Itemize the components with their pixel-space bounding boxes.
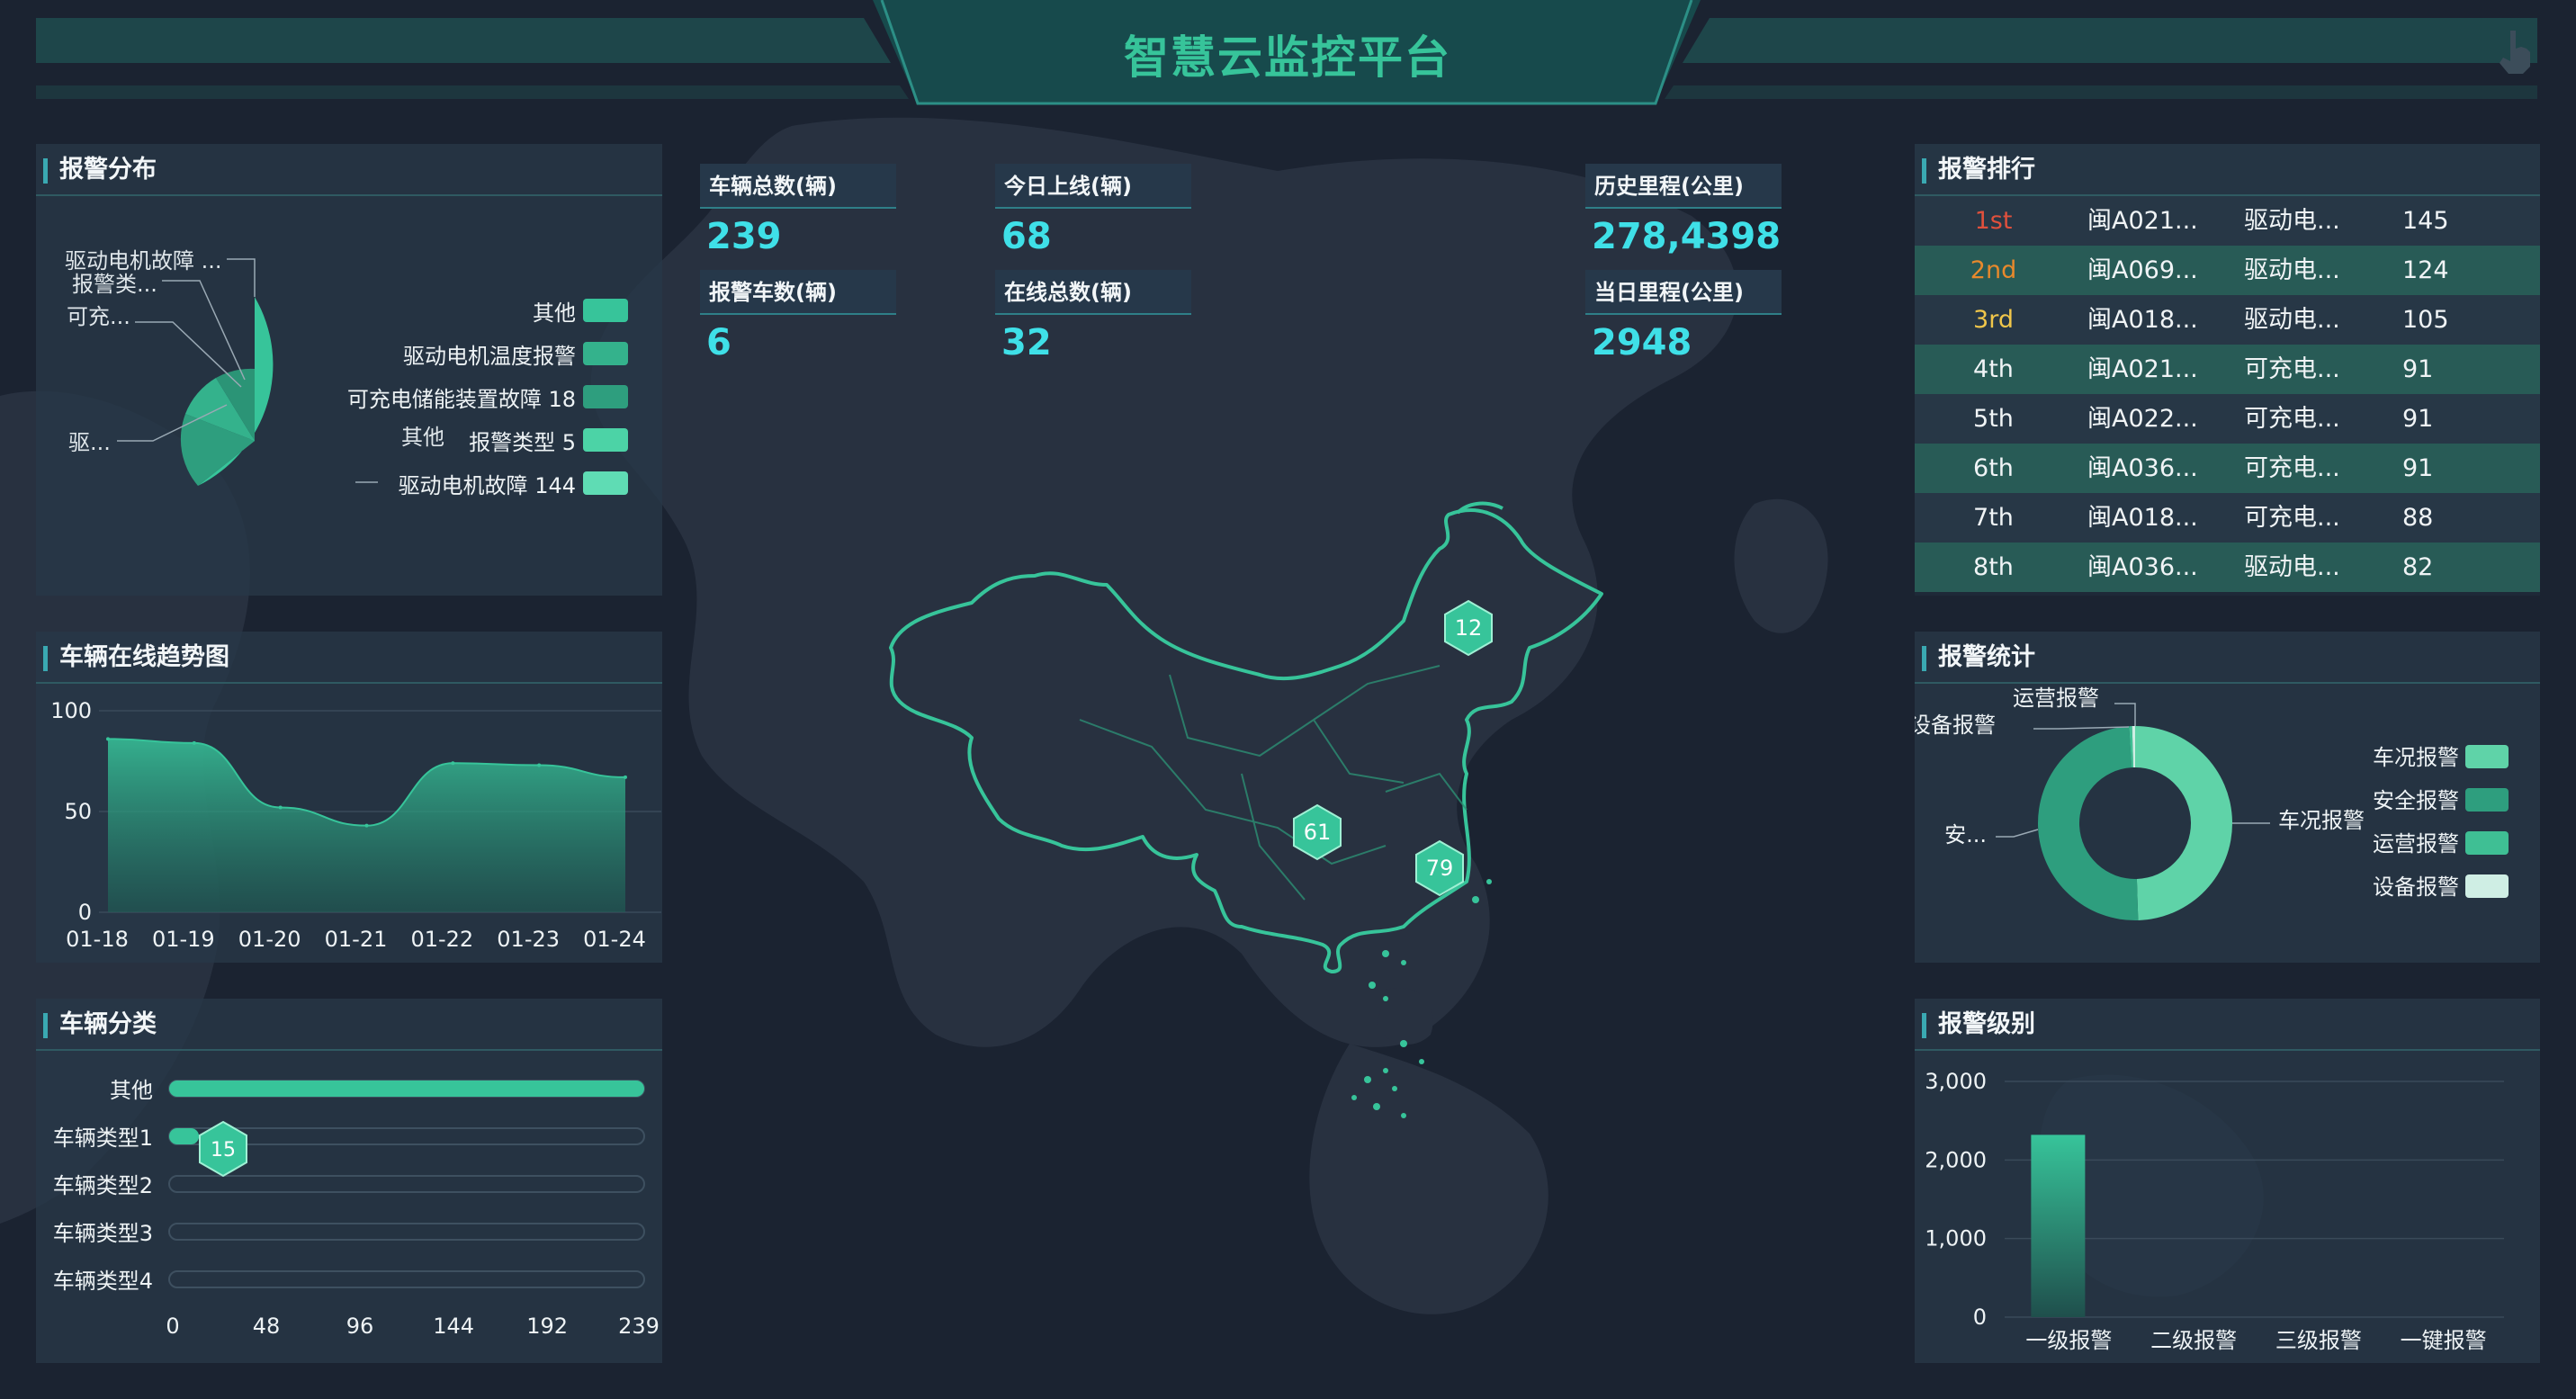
legend-label: 车况报警 bbox=[2373, 745, 2459, 770]
rank-position: 2nd bbox=[1970, 256, 2017, 284]
rank-position: 6th bbox=[1973, 454, 2014, 482]
x-tick-label: 三级报警 bbox=[2275, 1328, 2362, 1353]
rank-row[interactable]: 2nd 闽A069... 驱动电... 124 bbox=[1915, 246, 2540, 295]
rank-plate: 闽A018... bbox=[2087, 306, 2198, 334]
rank-alarm-type: 驱动电... bbox=[2244, 306, 2340, 334]
panel-title: 报警排行 bbox=[1915, 144, 2540, 196]
map-marker-label: 12 bbox=[1455, 615, 1483, 641]
rank-plate: 闽A069... bbox=[2087, 256, 2198, 284]
rank-position: 7th bbox=[1973, 504, 2014, 532]
rank-plate: 闽A036... bbox=[2087, 454, 2198, 482]
donut-callout-label: 运营报警 bbox=[2013, 686, 2099, 711]
alarm-stats-panel: 报警统计 运营报警 设备报警 安... 车况报警 车况报警 安全报警 运营报警 设备报警 bbox=[1915, 632, 2540, 963]
rank-alarm-type: 可充电... bbox=[2244, 355, 2340, 383]
donut-slice[interactable] bbox=[2135, 726, 2233, 920]
donut-callout-label: 车况报警 bbox=[2278, 808, 2365, 833]
y-tick-label: 1,000 bbox=[1925, 1226, 1987, 1251]
rank-count: 91 bbox=[2402, 454, 2434, 482]
legend-label: 安全报警 bbox=[2373, 788, 2459, 813]
rank-plate: 闽A021... bbox=[2087, 355, 2198, 383]
rank-position: 5th bbox=[1973, 405, 2014, 433]
rank-alarm-type: 可充电... bbox=[2244, 454, 2340, 482]
rank-row[interactable]: 1st 闽A021... 驱动电... 145 bbox=[1915, 196, 2540, 246]
donut-callout-label: 设备报警 bbox=[1915, 713, 1996, 738]
rank-alarm-type: 可充电... bbox=[2244, 504, 2340, 532]
map-marker-label: 61 bbox=[1304, 820, 1332, 845]
rank-alarm-type: 驱动电... bbox=[2244, 256, 2340, 284]
alarm-level-panel: 报警级别 0 1,000 2,000 3,000 一级报警 二级报警 三级报警 一键报警 bbox=[1915, 999, 2540, 1363]
x-tick-label: 一键报警 bbox=[2401, 1328, 2487, 1353]
rank-plate: 闽A036... bbox=[2087, 553, 2198, 581]
x-tick-label: 二级报警 bbox=[2150, 1328, 2237, 1353]
rank-count: 145 bbox=[2402, 207, 2449, 235]
rank-count: 105 bbox=[2402, 306, 2449, 334]
rank-position: 4th bbox=[1973, 355, 2014, 383]
rank-row[interactable]: 6th 闽A036... 可充电... 91 bbox=[1915, 444, 2540, 493]
rank-row[interactable]: 5th 闽A022... 可充电... 91 bbox=[1915, 394, 2540, 444]
rank-alarm-type: 驱动电... bbox=[2244, 553, 2340, 581]
rank-row[interactable]: 3rd 闽A018... 驱动电... 105 bbox=[1915, 295, 2540, 345]
map-marker[interactable]: 61 bbox=[1293, 803, 1342, 861]
rank-count: 124 bbox=[2402, 256, 2449, 284]
rank-plate: 闽A018... bbox=[2087, 504, 2198, 532]
rank-plate: 闽A021... bbox=[2087, 207, 2198, 235]
alarm-level-chart: 0 1,000 2,000 3,000 一级报警 二级报警 三级报警 一键报警 bbox=[1925, 1069, 2504, 1353]
rank-position: 3rd bbox=[1973, 306, 2014, 334]
legend-label: 设备报警 bbox=[2373, 874, 2459, 900]
legend-swatch[interactable] bbox=[2465, 831, 2509, 855]
donut-slice[interactable] bbox=[2037, 726, 2139, 920]
x-tick-label: 一级报警 bbox=[2025, 1328, 2112, 1353]
map-marker[interactable]: 12 bbox=[1444, 599, 1493, 657]
alarm-stats-donut: 运营报警设备报警安...车况报警车况报警安全报警运营报警设备报警 bbox=[1915, 686, 2509, 920]
legend-swatch[interactable] bbox=[2465, 788, 2509, 812]
bar[interactable] bbox=[2031, 1134, 2086, 1317]
rank-alarm-type: 驱动电... bbox=[2244, 207, 2340, 235]
rank-position: 1st bbox=[1974, 207, 2013, 235]
legend-swatch[interactable] bbox=[2465, 745, 2509, 768]
rank-row[interactable]: 7th 闽A018... 可充电... 88 bbox=[1915, 493, 2540, 543]
rank-row[interactable]: 8th 闽A036... 驱动电... 82 bbox=[1915, 543, 2540, 592]
rank-count: 82 bbox=[2402, 553, 2434, 581]
y-tick-label: 0 bbox=[1973, 1305, 1987, 1330]
rank-alarm-type: 可充电... bbox=[2244, 405, 2340, 433]
legend-label: 运营报警 bbox=[2373, 831, 2459, 856]
legend-swatch[interactable] bbox=[2465, 874, 2509, 898]
donut-callout-label: 安... bbox=[1944, 822, 1987, 847]
rank-count: 91 bbox=[2402, 405, 2434, 433]
rank-count: 88 bbox=[2402, 504, 2434, 532]
map-marker-label: 79 bbox=[1426, 856, 1454, 881]
rank-row[interactable]: 4th 闽A021... 可充电... 91 bbox=[1915, 345, 2540, 394]
map-marker[interactable]: 79 bbox=[1415, 839, 1464, 897]
rank-count: 91 bbox=[2402, 355, 2434, 383]
rank-position: 8th bbox=[1973, 553, 2014, 581]
y-tick-label: 2,000 bbox=[1925, 1147, 1987, 1172]
y-tick-label: 3,000 bbox=[1925, 1069, 1987, 1094]
rank-plate: 闽A022... bbox=[2087, 405, 2198, 433]
